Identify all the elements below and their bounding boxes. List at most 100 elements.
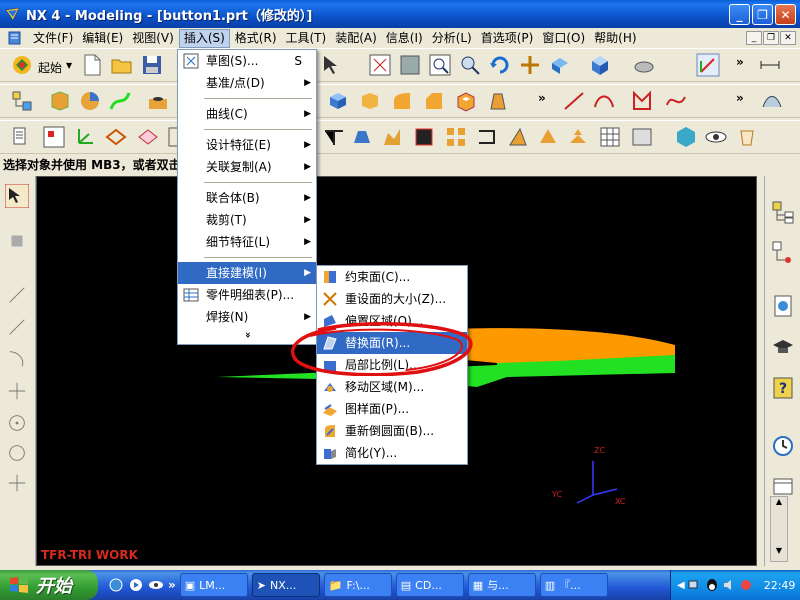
split-body-icon[interactable] [380,125,404,149]
toolbar-more-chevron-2[interactable]: » [538,91,546,105]
draft-icon[interactable] [486,89,510,113]
menu-insert[interactable]: 插入(S) [178,28,230,48]
system-materials-tab-icon[interactable] [771,474,795,498]
document-icon[interactable] [7,30,23,46]
chamfer-icon[interactable] [422,89,446,113]
scroll-up-icon[interactable]: ▲ [771,497,787,506]
menu-item-resize-face[interactable]: 重设面的大小(Z)... [317,288,467,310]
close-button[interactable]: ✕ [775,4,796,25]
menu-item-parts-list[interactable]: 零件明细表(P)... [178,284,316,306]
table-icon[interactable] [598,125,622,149]
datum-axis-icon[interactable] [136,125,160,149]
arc-icon[interactable] [592,89,616,113]
hide-show-icon[interactable] [632,53,656,77]
menu-analysis[interactable]: 分析(L) [428,29,476,48]
snap-point-icon[interactable] [6,230,28,252]
trim-body-icon[interactable] [350,125,374,149]
menu-item-reblend-face[interactable]: 重新倒圆面(B)... [317,420,467,442]
datum-csys-icon[interactable] [74,125,98,149]
menu-item-move-region[interactable]: 移动区域(M)... [317,376,467,398]
volume-tray-icon[interactable] [722,578,736,592]
resource-scrollbar[interactable]: ▲ ▼ [770,496,788,562]
task-button-nx[interactable]: ➤ NX... [251,573,320,597]
task-button-folder[interactable]: 📁 F:\... [323,573,392,597]
menu-item-combine[interactable]: 联合体(B) ▶ [178,187,316,209]
help-tab-icon[interactable]: ? [771,376,795,400]
part-navigator-tab-icon[interactable] [771,240,795,264]
menu-item-local-scale[interactable]: 局部比例(L)... [317,354,467,376]
start-icon[interactable] [10,53,34,77]
extrude-icon[interactable] [48,89,72,113]
security-tray-icon[interactable] [739,578,753,592]
zoom-icon[interactable] [428,53,452,77]
menu-preferences[interactable]: 首选项(P) [477,29,538,48]
shell-icon[interactable] [454,89,478,113]
suppress-feature-icon[interactable] [412,125,436,149]
menu-item-direct-modeling[interactable]: 直接建模(I) ▶ [178,262,316,284]
menu-tools[interactable]: 工具(T) [282,29,331,48]
mdi-minimize-button[interactable]: _ [746,31,762,45]
cube-view-icon[interactable] [588,53,612,77]
menu-item-sketch[interactable]: 草图(S)... S [178,50,316,72]
menu-help[interactable]: 帮助(H) [590,29,640,48]
zoom-in-out-icon[interactable] [458,53,482,77]
zoom-window-icon[interactable] [398,53,422,77]
menu-expand-chevron[interactable]: » [178,328,316,344]
edit-feature-icon[interactable] [476,125,500,149]
sweep-icon[interactable] [108,89,132,113]
menu-assemblies[interactable]: 装配(A) [331,29,381,48]
history-tab-icon[interactable] [771,434,795,458]
surface-icon[interactable] [760,89,784,113]
menu-view[interactable]: 视图(V) [128,29,178,48]
menu-window[interactable]: 窗口(O) [538,29,589,48]
pointer-tool-icon[interactable] [320,53,344,77]
start-button[interactable]: 开始 [0,570,98,600]
curve-tool-icon[interactable] [6,348,28,370]
cross-point-icon[interactable] [6,472,28,494]
maximize-button[interactable]: ❐ [752,4,773,25]
title-bar[interactable]: NX 4 - Modeling - [button1.prt（修改的）] _ ❐… [0,0,800,28]
eye-quicklaunch-icon[interactable] [148,577,164,593]
quicklaunch-more-icon[interactable]: » [168,578,176,592]
menu-item-weld[interactable]: 焊接(N) ▶ [178,306,316,328]
toolbar-more-chevron-3[interactable]: » [736,91,744,105]
task-button-doc[interactable]: ▦ 与... [467,573,536,597]
scroll-down-icon[interactable]: ▼ [771,546,787,555]
nx-app-icon[interactable] [5,6,21,22]
save-icon[interactable] [140,53,164,77]
layer-settings-icon[interactable] [42,125,66,149]
render-icon[interactable] [674,125,698,149]
menu-item-constrain-face[interactable]: 约束面(C)... [317,266,467,288]
revolve-icon[interactable] [78,89,102,113]
assembly-navigator-icon[interactable] [10,89,34,113]
task-button-other[interactable]: ▥ 『... [539,573,608,597]
menu-information[interactable]: 信息(I) [382,29,427,48]
menu-item-design-feature[interactable]: 设计特征(E) ▶ [178,134,316,156]
menu-file[interactable]: 文件(F) [29,29,77,48]
block-feature-icon[interactable] [326,89,350,113]
line-icon[interactable] [562,89,586,113]
fit-view-icon[interactable] [368,53,392,77]
minimize-button[interactable]: _ [729,4,750,25]
expression-icon[interactable] [630,125,654,149]
menu-item-curve[interactable]: 曲线(C) ▶ [178,103,316,125]
intersect-point-icon[interactable] [6,380,28,402]
cup-icon[interactable] [736,125,760,149]
selection-filter-icon[interactable] [5,184,29,208]
browser-quicklaunch-icon[interactable] [108,577,124,593]
tray-collapse-icon[interactable]: ◀ [677,580,685,591]
reorder-feature-icon[interactable] [566,125,590,149]
part-navigator-icon[interactable] [10,125,34,149]
mdi-close-button[interactable]: ✕ [780,31,796,45]
toolbar-more-chevron[interactable]: » [736,55,744,69]
menu-item-detail-feature[interactable]: 细节特征(L) ▶ [178,231,316,253]
start-dropdown-icon[interactable]: ▼ [66,61,72,70]
pattern-feature-icon[interactable] [444,125,468,149]
studio-spline-icon[interactable] [664,89,688,113]
menu-item-trim[interactable]: 裁剪(T) ▶ [178,209,316,231]
qq-tray-icon[interactable] [705,578,719,592]
blend-icon[interactable] [390,89,414,113]
circle-tool-icon[interactable] [6,442,28,464]
network-tray-icon[interactable] [688,578,702,592]
open-folder-icon[interactable] [110,53,134,77]
